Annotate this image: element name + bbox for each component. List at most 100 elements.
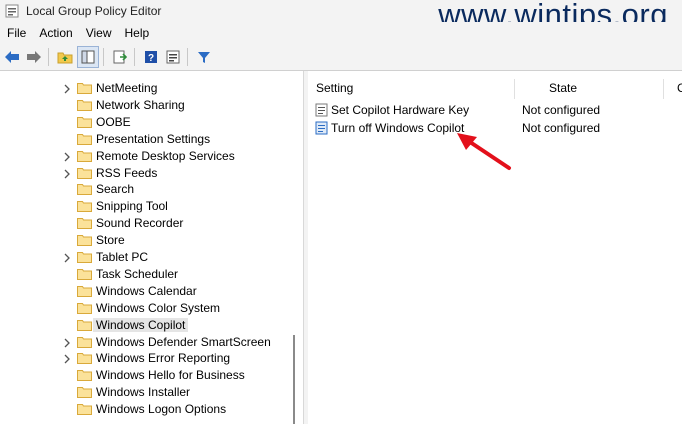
export-list-icon[interactable] bbox=[110, 47, 130, 67]
tree-item-label: Network Sharing bbox=[96, 97, 185, 112]
tree-item-label: Windows Color System bbox=[96, 300, 221, 315]
tree-pane: NetMeeting Network Sharing OOBE Presentatio… bbox=[0, 71, 303, 424]
folder-icon bbox=[77, 285, 92, 297]
back-arrow-icon[interactable] bbox=[2, 47, 22, 67]
tree-item[interactable]: Windows Copilot bbox=[0, 317, 290, 334]
menu-file[interactable]: File bbox=[1, 26, 32, 40]
policy-setting-icon bbox=[315, 121, 328, 135]
menu-bar: File Action View Help bbox=[0, 22, 682, 44]
help-icon[interactable]: ? bbox=[141, 47, 161, 67]
folder-icon bbox=[77, 319, 92, 331]
menu-view[interactable]: View bbox=[80, 26, 118, 40]
folder-icon bbox=[77, 99, 92, 111]
folder-icon bbox=[77, 268, 92, 280]
chevron-right-icon[interactable] bbox=[62, 168, 72, 180]
chevron-right-icon[interactable] bbox=[62, 353, 72, 365]
tree-item[interactable]: RSS Feeds bbox=[0, 165, 290, 182]
tree-item-label: Snipping Tool bbox=[96, 199, 168, 214]
menu-help[interactable]: Help bbox=[119, 26, 156, 40]
toolbar-separator bbox=[48, 48, 49, 66]
tree-item-label: Remote Desktop Services bbox=[96, 148, 235, 163]
chevron-right-icon[interactable] bbox=[62, 252, 72, 264]
setting-name: Turn off Windows Copilot bbox=[331, 121, 465, 135]
toolbar-separator bbox=[103, 48, 104, 66]
policy-setting-icon bbox=[315, 103, 328, 117]
folder-icon bbox=[77, 353, 92, 365]
folder-icon bbox=[77, 235, 92, 247]
tree-item-label: Store bbox=[96, 233, 125, 248]
tree-item-label: Windows Installer bbox=[96, 385, 191, 400]
folder-icon bbox=[77, 336, 92, 348]
folder-icon bbox=[77, 370, 92, 382]
tree-item-label: Windows Defender SmartScreen bbox=[96, 334, 271, 349]
folder-icon bbox=[77, 150, 92, 162]
tree-item[interactable]: Network Sharing bbox=[0, 97, 290, 114]
red-arrow-annotation bbox=[457, 133, 511, 170]
column-header-state[interactable]: State bbox=[549, 81, 577, 95]
group-policy-app-icon bbox=[5, 4, 19, 18]
tree-item-label: Windows Hello for Business bbox=[96, 368, 245, 383]
toolbar-separator bbox=[134, 48, 135, 66]
tree-item-label: Presentation Settings bbox=[96, 131, 211, 146]
tree-item[interactable]: Tablet PC bbox=[0, 249, 290, 266]
column-header-setting[interactable]: Setting bbox=[316, 81, 353, 95]
tree-item-label: Windows Copilot bbox=[93, 317, 189, 332]
tree-item[interactable]: Search bbox=[0, 181, 290, 198]
tree-item[interactable]: Presentation Settings bbox=[0, 131, 290, 148]
tree-item[interactable]: Windows Error Reporting bbox=[0, 350, 290, 367]
chevron-right-icon[interactable] bbox=[62, 337, 72, 349]
folder-icon bbox=[77, 387, 92, 399]
setting-state: Not configured bbox=[522, 103, 601, 117]
tree-item[interactable]: Windows Logon Options bbox=[0, 401, 290, 418]
column-separator[interactable] bbox=[663, 79, 664, 99]
column-separator[interactable] bbox=[514, 79, 515, 99]
menu-action[interactable]: Action bbox=[33, 26, 78, 40]
tree-item-label: NetMeeting bbox=[96, 81, 158, 95]
tree-item[interactable]: Windows Defender SmartScreen bbox=[0, 334, 290, 351]
up-folder-icon[interactable] bbox=[55, 47, 75, 67]
properties-icon[interactable] bbox=[163, 47, 183, 67]
tree-item[interactable]: Windows Hello for Business bbox=[0, 367, 290, 384]
tree-item[interactable]: Remote Desktop Services bbox=[0, 148, 290, 165]
toolbar-separator bbox=[187, 48, 188, 66]
forward-arrow-icon[interactable] bbox=[24, 47, 44, 67]
show-hide-tree-icon[interactable] bbox=[77, 46, 99, 68]
folder-icon bbox=[77, 218, 92, 230]
folder-icon bbox=[77, 133, 92, 145]
tree-item[interactable]: OOBE bbox=[0, 114, 290, 131]
folder-icon bbox=[77, 302, 92, 314]
chevron-right-icon[interactable] bbox=[62, 83, 72, 95]
tree-item[interactable]: Windows Installer bbox=[0, 384, 290, 401]
settings-list-pane: Setting State C Set Copilot Hardware Key… bbox=[308, 71, 682, 424]
folder-icon bbox=[77, 201, 92, 213]
tree-item[interactable]: NetMeeting bbox=[0, 80, 290, 97]
tree-item-label: RSS Feeds bbox=[96, 165, 158, 180]
svg-text:?: ? bbox=[148, 53, 154, 64]
folder-icon bbox=[77, 404, 92, 416]
filter-icon[interactable] bbox=[194, 47, 214, 67]
tree-item[interactable]: Sound Recorder bbox=[0, 215, 290, 232]
tree-item-label: Windows Logon Options bbox=[96, 402, 227, 417]
folder-icon bbox=[77, 167, 92, 179]
setting-name: Set Copilot Hardware Key bbox=[331, 103, 470, 117]
tree-scrollbar[interactable] bbox=[293, 335, 295, 424]
chevron-right-icon[interactable] bbox=[62, 151, 72, 163]
folder-icon bbox=[77, 83, 92, 94]
tree-item[interactable]: Task Scheduler bbox=[0, 266, 290, 283]
tree-item[interactable]: Windows Calendar bbox=[0, 283, 290, 300]
tree-item-label: Sound Recorder bbox=[96, 216, 184, 231]
tree-item[interactable]: Store bbox=[0, 232, 290, 249]
column-header-comment[interactable]: C bbox=[677, 81, 682, 95]
tree-item[interactable]: Windows Color System bbox=[0, 300, 290, 317]
list-header: Setting State C bbox=[308, 79, 682, 99]
table-row[interactable]: Set Copilot Hardware Key Not configured bbox=[308, 101, 682, 119]
tree-item-label: Search bbox=[96, 182, 135, 197]
tree-item[interactable]: Snipping Tool bbox=[0, 198, 290, 215]
tree-item-label: Tablet PC bbox=[96, 250, 149, 264]
folder-icon bbox=[77, 184, 92, 196]
window-title: Local Group Policy Editor bbox=[26, 4, 162, 18]
tree-item-label: Windows Calendar bbox=[96, 283, 197, 298]
setting-state: Not configured bbox=[522, 121, 601, 135]
toolbar: ? bbox=[0, 44, 682, 71]
tree-item-label: Windows Error Reporting bbox=[96, 351, 231, 366]
